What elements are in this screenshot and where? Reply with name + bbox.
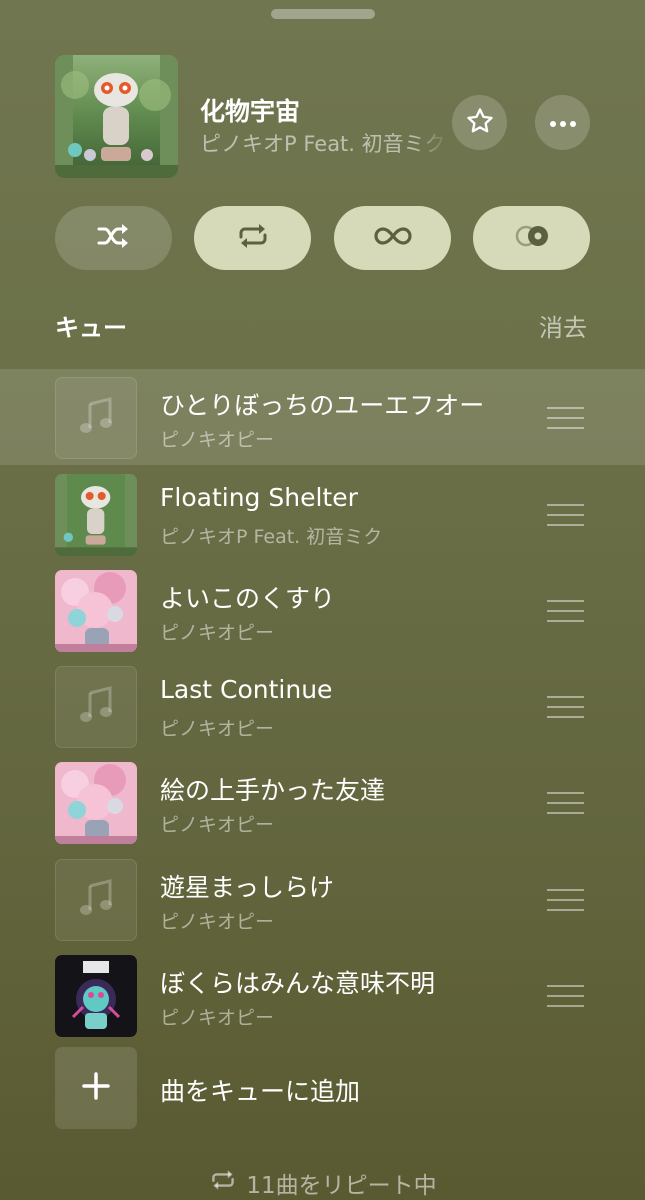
- queue-item[interactable]: 絵の上手かった友達 ピノキオピー: [0, 754, 645, 850]
- reorder-handle-icon[interactable]: [547, 889, 584, 911]
- star-icon: [465, 106, 495, 140]
- track-artist: ピノキオピー: [160, 622, 275, 644]
- repeat-button[interactable]: [194, 206, 311, 270]
- add-to-queue-row[interactable]: 曲をキューに追加: [0, 1042, 645, 1138]
- repeat-status-text: 11曲をリピート中: [246, 1173, 437, 1199]
- queue-item[interactable]: ぼくらはみんな意味不明 ピノキオピー: [0, 947, 645, 1043]
- shuffle-icon: [96, 222, 132, 254]
- autoplay-button[interactable]: [334, 206, 451, 270]
- shuffle-button[interactable]: [55, 206, 172, 270]
- music-note-icon: [78, 396, 114, 440]
- reorder-handle-icon[interactable]: [547, 985, 584, 1007]
- music-note-icon: [78, 878, 114, 922]
- repeat-icon: [235, 221, 271, 255]
- infinity-icon: [373, 225, 413, 251]
- queue-heading: キュー: [55, 314, 127, 342]
- more-options-button[interactable]: [535, 95, 590, 150]
- reorder-handle-icon[interactable]: [547, 792, 584, 814]
- add-to-queue-label: 曲をキューに追加: [160, 1077, 361, 1106]
- album-artwork: [55, 570, 137, 652]
- track-title: よいこのくすり: [160, 584, 336, 613]
- track-artist: ピノキオピー: [160, 429, 275, 451]
- plus-icon: [80, 1070, 112, 1106]
- queue-item[interactable]: よいこのくすり ピノキオピー: [0, 562, 645, 658]
- sheet-grabber[interactable]: [271, 9, 375, 19]
- repeat-icon: [208, 1168, 238, 1198]
- queue-item[interactable]: Floating Shelter ピノキオP Feat. 初音ミク: [0, 466, 645, 562]
- crossfade-icon: [512, 223, 552, 253]
- album-artwork: [55, 955, 137, 1037]
- track-artist: ピノキオピー: [160, 911, 275, 933]
- queue-item[interactable]: ひとりぼっちのユーエフオー ピノキオピー: [0, 369, 645, 465]
- now-playing-artist: ピノキオP Feat. 初音ミク: [200, 132, 446, 156]
- now-playing-artwork: [55, 55, 178, 178]
- repeat-status: 11曲をリピート中: [0, 1166, 645, 1200]
- album-artwork: [55, 474, 137, 556]
- crossfade-button[interactable]: [473, 206, 590, 270]
- track-artist: ピノキオピー: [160, 814, 275, 836]
- music-note-icon: [78, 685, 114, 729]
- track-title: Floating Shelter: [160, 483, 358, 512]
- track-title: 絵の上手かった友達: [160, 776, 386, 805]
- clear-queue-button[interactable]: 消去: [539, 308, 587, 343]
- track-artist: ピノキオピー: [160, 1007, 275, 1029]
- track-artist: ピノキオピー: [160, 718, 275, 740]
- now-playing-title: 化物宇宙: [200, 97, 301, 126]
- track-title: ひとりぼっちのユーエフオー: [160, 391, 485, 420]
- album-artwork: [55, 762, 137, 844]
- reorder-handle-icon[interactable]: [547, 600, 584, 622]
- reorder-handle-icon[interactable]: [547, 504, 584, 526]
- placeholder-artwork: [55, 377, 137, 459]
- ellipsis-icon: [548, 113, 578, 132]
- track-title: Last Continue: [160, 675, 333, 704]
- placeholder-artwork: [55, 666, 137, 748]
- track-title: ぼくらはみんな意味不明: [160, 969, 436, 998]
- track-title: 遊星まっしらけ: [160, 873, 335, 902]
- queue-item[interactable]: 遊星まっしらけ ピノキオピー: [0, 851, 645, 947]
- track-artist: ピノキオP Feat. 初音ミク: [160, 526, 383, 548]
- reorder-handle-icon[interactable]: [547, 407, 584, 429]
- reorder-handle-icon[interactable]: [547, 696, 584, 718]
- add-to-queue-button[interactable]: [55, 1047, 137, 1129]
- queue-item[interactable]: Last Continue ピノキオピー: [0, 658, 645, 754]
- placeholder-artwork: [55, 859, 137, 941]
- favorite-button[interactable]: [452, 95, 507, 150]
